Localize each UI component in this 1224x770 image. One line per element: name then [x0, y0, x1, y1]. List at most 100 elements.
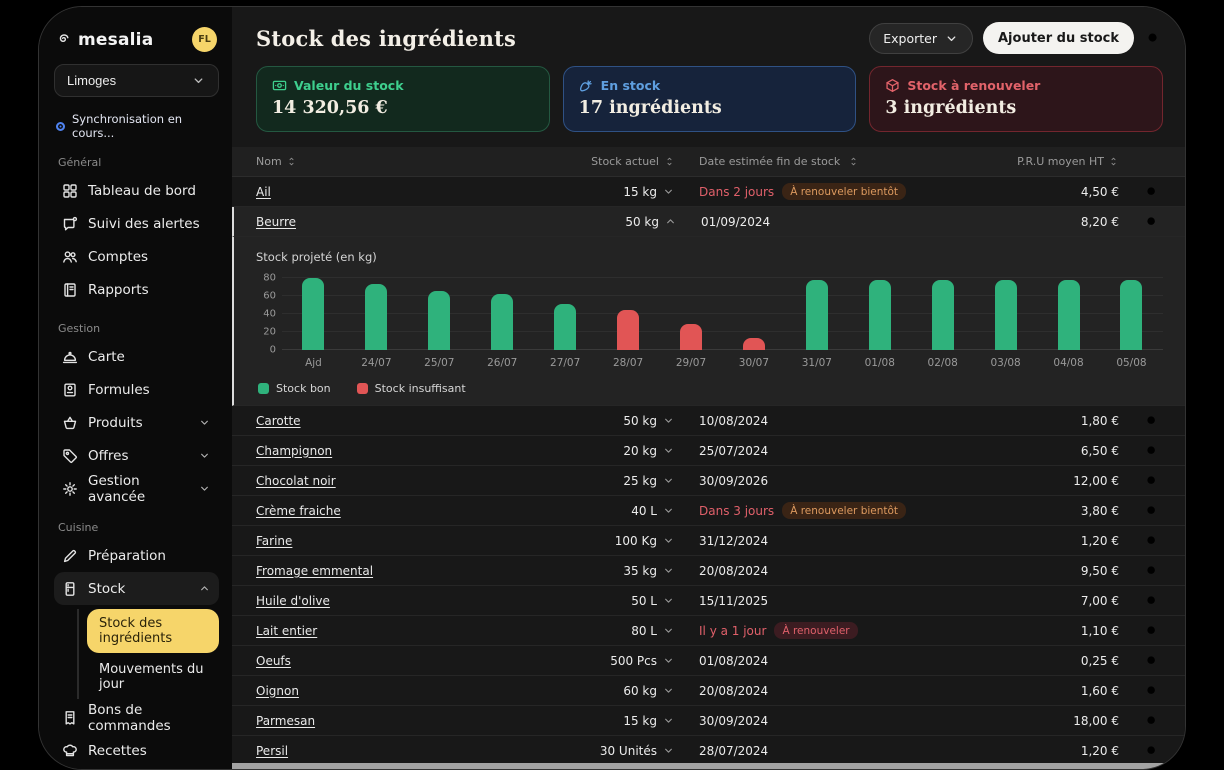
export-button[interactable]: Exporter — [869, 23, 973, 54]
ingredient-link[interactable]: Crème fraiche — [232, 504, 587, 518]
chevron-down-icon[interactable] — [662, 714, 675, 727]
sidebar-item-recettes[interactable]: Recettes — [54, 734, 219, 767]
sidebar-item-gestion-avanc-e[interactable]: Gestion avancée — [54, 472, 219, 505]
table-header: Nom Stock actuelDate estimée fin de stock… — [232, 147, 1185, 177]
main-header: Stock des ingrédients Exporter Ajouter d… — [232, 7, 1185, 54]
stock-quantity: 50 kg — [625, 215, 659, 229]
row-search-icon[interactable] — [1145, 594, 1159, 608]
sort-icon[interactable] — [848, 156, 859, 167]
sidebar-item-produits[interactable]: Produits — [54, 406, 219, 439]
sidebar-item-formules[interactable]: Formules — [54, 373, 219, 406]
sort-icon[interactable] — [1108, 156, 1119, 167]
sidebar-item-carte[interactable]: Carte — [54, 340, 219, 373]
ingredient-link[interactable]: Persil — [232, 744, 587, 758]
chart-bar — [302, 278, 324, 350]
chevron-down-icon[interactable] — [662, 654, 675, 667]
brand: mesalia FL — [54, 23, 219, 64]
row-search-icon[interactable] — [1145, 534, 1159, 548]
sidebar-item-offres[interactable]: Offres — [54, 439, 219, 472]
chevron-down-icon[interactable] — [662, 414, 675, 427]
sidebar-item-suivi-des-alertes[interactable]: Suivi des alertes — [54, 207, 219, 240]
chevron-down-icon[interactable] — [662, 504, 675, 517]
chart-bar — [806, 280, 828, 350]
search-icon[interactable] — [1144, 29, 1163, 48]
row-search-icon[interactable] — [1145, 215, 1159, 229]
table-row: Oeufs500 Pcs01/08/20240,25 € — [232, 646, 1185, 676]
sidebar-subitems: Stock des ingrédientsMouvements du jour — [77, 609, 219, 699]
chevron-down-icon[interactable] — [662, 474, 675, 487]
sidebar-item-tableau-de-bord[interactable]: Tableau de bord — [54, 174, 219, 207]
row-search-icon[interactable] — [1145, 624, 1159, 638]
sidebar-item-rapports[interactable]: Rapports — [54, 273, 219, 306]
stock-quantity: 25 kg — [623, 474, 657, 488]
row-search-icon[interactable] — [1145, 684, 1159, 698]
ingredient-link[interactable]: Ail — [232, 185, 587, 199]
ingredient-link[interactable]: Beurre — [234, 215, 589, 229]
sidebar-item-bons-de-commandes[interactable]: Bons de commandes — [54, 701, 219, 734]
row-search-icon[interactable] — [1145, 185, 1159, 199]
table-body: Ail15 kgDans 2 joursÀ renouveler bientôt… — [232, 177, 1185, 766]
row-search-icon[interactable] — [1145, 564, 1159, 578]
add-stock-button[interactable]: Ajouter du stock — [983, 22, 1134, 54]
users-icon — [62, 249, 78, 265]
chevron-down-icon[interactable] — [662, 444, 675, 457]
sidebar-item-pr-paration[interactable]: Préparation — [54, 539, 219, 572]
row-search-icon[interactable] — [1145, 444, 1159, 458]
chevron-up-icon[interactable] — [664, 215, 677, 228]
ingredient-link[interactable]: Huile d'olive — [232, 594, 587, 608]
sidebar-subitem-mouvements-du-jour[interactable]: Mouvements du jour — [87, 655, 219, 699]
chart-bar — [491, 294, 513, 350]
chevron-down-icon — [198, 416, 211, 429]
chevron-down-icon[interactable] — [662, 564, 675, 577]
plot-area — [282, 278, 1163, 350]
x-tick-label: 29/07 — [660, 357, 723, 369]
chevron-down-icon[interactable] — [662, 624, 675, 637]
column-header-2[interactable]: Stock actuel — [591, 155, 675, 168]
row-search-icon[interactable] — [1145, 714, 1159, 728]
y-tick-label: 60 — [263, 291, 276, 302]
row-search-icon[interactable] — [1145, 504, 1159, 518]
sidebar-item-label: Produits — [88, 415, 143, 431]
horizontal-scrollbar[interactable] — [232, 763, 1185, 769]
ingredient-link[interactable]: Oeufs — [232, 654, 587, 668]
ingredient-link[interactable]: Carotte — [232, 414, 587, 428]
stock-quantity: 50 L — [631, 594, 657, 608]
legend-item: Stock bon — [258, 382, 331, 395]
ingredient-link[interactable]: Chocolat noir — [232, 474, 587, 488]
sidebar-item-label: Formules — [88, 382, 150, 398]
sidebar-item-comptes[interactable]: Comptes — [54, 240, 219, 273]
ingredient-link[interactable]: Lait entier — [232, 624, 587, 638]
chevron-down-icon[interactable] — [662, 594, 675, 607]
sidebar-subitem-stock-des-ingr-dients[interactable]: Stock des ingrédients — [87, 609, 219, 653]
column-header-3[interactable]: Date estimée fin de stock — [675, 155, 993, 168]
column-header-1[interactable]: Nom — [232, 155, 587, 168]
ingredient-link[interactable]: Farine — [232, 534, 587, 548]
row-search-icon[interactable] — [1145, 474, 1159, 488]
location-select[interactable]: Limoges — [54, 64, 219, 97]
chevron-down-icon[interactable] — [662, 744, 675, 757]
brand-logo-icon — [56, 32, 71, 47]
stock-quantity: 30 Unités — [600, 744, 657, 758]
end-date: 31/12/2024 — [699, 534, 768, 548]
column-header-4[interactable]: P.R.U moyen HT — [1017, 155, 1119, 168]
chevron-down-icon[interactable] — [662, 534, 675, 547]
chevron-down-icon[interactable] — [662, 185, 675, 198]
ingredient-link[interactable]: Champignon — [232, 444, 587, 458]
table-row: Ail15 kgDans 2 joursÀ renouveler bientôt… — [232, 177, 1185, 207]
x-tick-label: 27/07 — [534, 357, 597, 369]
avatar[interactable]: FL — [192, 27, 217, 52]
ingredient-link[interactable]: Fromage emmental — [232, 564, 587, 578]
row-search-icon[interactable] — [1145, 744, 1159, 758]
sidebar-item-stock[interactable]: Stock — [54, 572, 219, 605]
end-date: 01/09/2024 — [701, 215, 770, 229]
chevron-up-icon — [198, 582, 211, 595]
row-search-icon[interactable] — [1145, 414, 1159, 428]
chart-legend: Stock bonStock insuffisant — [258, 382, 1163, 395]
ingredient-link[interactable]: Oignon — [232, 684, 587, 698]
chevron-down-icon[interactable] — [662, 684, 675, 697]
sort-icon[interactable] — [286, 156, 297, 167]
row-search-icon[interactable] — [1145, 654, 1159, 668]
sort-icon[interactable] — [664, 156, 675, 167]
end-date: 20/08/2024 — [699, 684, 768, 698]
ingredient-link[interactable]: Parmesan — [232, 714, 587, 728]
